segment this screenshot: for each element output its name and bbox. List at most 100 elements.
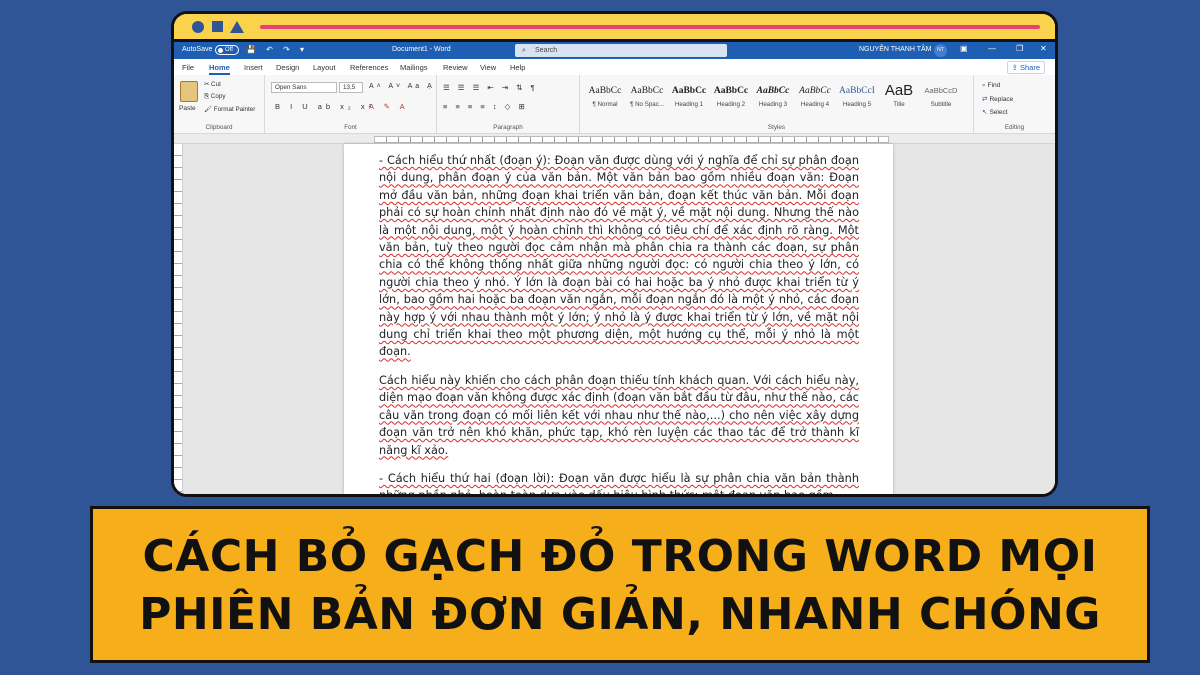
copy-icon: ⎘ bbox=[204, 93, 211, 100]
style-sample: AaBbCcI bbox=[839, 86, 875, 96]
font-name-select[interactable]: Open Sans bbox=[271, 82, 337, 93]
tab-home[interactable]: Home bbox=[209, 63, 230, 75]
ruler-strip bbox=[374, 136, 889, 143]
address-bar bbox=[260, 25, 1040, 29]
vertical-ruler bbox=[174, 144, 183, 494]
document-area: - Cách hiểu thứ nhất (đoạn ý): Đoạn văn … bbox=[174, 144, 1055, 494]
font-tools-row1[interactable]: A˄ A˅ Aa Ạ bbox=[369, 83, 435, 90]
font-color-tools[interactable]: A ✎ A bbox=[369, 102, 409, 111]
menu-bar: File Home Insert Design Layout Reference… bbox=[174, 59, 1055, 75]
find-label: Find bbox=[987, 82, 1001, 89]
replace-label: Replace bbox=[989, 96, 1014, 103]
style-no-spacing[interactable]: AaBbCc ¶ No Spac... bbox=[626, 83, 668, 108]
minimize-button[interactable]: — bbox=[988, 44, 996, 53]
banner-line-2: PHIÊN BẢN ĐƠN GIẢN, NHANH CHÓNG bbox=[139, 589, 1101, 640]
clipboard-group: Paste ✂ Cut ⎘ Copy 🖌 Format Painter Clip… bbox=[174, 75, 265, 134]
paragraph-tools-row2[interactable]: ≡ ≡ ≡ ≡ ↕ ◇ ⊞ bbox=[443, 102, 528, 111]
paragraph-text: - Cách hiểu thứ nhất (đoạn ý): Đoạn văn … bbox=[379, 154, 859, 359]
document-title: Document1 - Word bbox=[392, 46, 451, 53]
restore-button[interactable]: ❐ bbox=[1016, 44, 1023, 53]
banner-line-1: CÁCH BỎ GẠCH ĐỎ TRONG WORD MỌI bbox=[142, 531, 1098, 582]
triangle-icon bbox=[230, 21, 244, 33]
horizontal-ruler bbox=[174, 134, 1055, 144]
replace-button[interactable]: ⇄ Replace bbox=[982, 95, 1013, 103]
paste-button[interactable]: Paste bbox=[179, 105, 196, 112]
select-button[interactable]: ↖ Select bbox=[982, 108, 1008, 116]
style-heading-3[interactable]: AaBbCc Heading 3 bbox=[752, 83, 794, 108]
styles-group: AaBbCc ¶ Normal AaBbCc ¶ No Spac... AaBb… bbox=[580, 75, 974, 134]
tab-mailings[interactable]: Mailings bbox=[400, 63, 428, 72]
tab-file[interactable]: File bbox=[182, 63, 194, 72]
search-box[interactable]: ⌕ Search bbox=[515, 44, 727, 57]
paragraph[interactable]: - Cách hiểu thứ nhất (đoạn ý): Đoạn văn … bbox=[379, 152, 859, 361]
style-label: Heading 3 bbox=[758, 101, 788, 108]
ribbon: Paste ✂ Cut ⎘ Copy 🖌 Format Painter Clip… bbox=[174, 75, 1055, 134]
frame-header bbox=[174, 14, 1055, 42]
styles-group-label: Styles bbox=[767, 124, 786, 131]
autosave-toggle[interactable]: Off bbox=[215, 45, 239, 55]
word-titlebar: AutoSave Off 💾 ↶ ↷ ▾ Document1 - Word ⌕ … bbox=[174, 42, 1055, 59]
tab-references[interactable]: References bbox=[350, 63, 388, 72]
editing-group: ⌕ Find ⇄ Replace ↖ Select Editing bbox=[974, 75, 1055, 134]
style-label: Title bbox=[893, 101, 905, 108]
paragraph-tools-row1[interactable]: ☰ ☰ ☰ ⇤ ⇥ ⇅ ¶ bbox=[443, 83, 538, 92]
font-size-select[interactable]: 13,5 bbox=[339, 82, 363, 93]
style-heading-5[interactable]: AaBbCcI Heading 5 bbox=[836, 83, 878, 108]
close-button[interactable]: ✕ bbox=[1040, 44, 1047, 53]
style-sample: AaBbCc bbox=[588, 86, 622, 96]
style-sample: AaBbCc bbox=[799, 86, 831, 96]
tab-view[interactable]: View bbox=[480, 63, 496, 72]
editing-group-label: Editing bbox=[1004, 124, 1025, 131]
style-sample: AaBbCc bbox=[713, 86, 749, 96]
style-heading-1[interactable]: AaBbCc Heading 1 bbox=[668, 83, 710, 108]
style-label: ¶ No Spac... bbox=[630, 101, 664, 108]
tab-help[interactable]: Help bbox=[510, 63, 525, 72]
select-label: Select bbox=[989, 109, 1008, 116]
style-title[interactable]: AaB Title bbox=[878, 83, 920, 108]
find-button[interactable]: ⌕ Find bbox=[982, 82, 1000, 90]
avatar[interactable]: NT bbox=[934, 44, 947, 57]
tab-layout[interactable]: Layout bbox=[313, 63, 336, 72]
paste-icon[interactable] bbox=[180, 81, 198, 102]
style-normal[interactable]: AaBbCc ¶ Normal bbox=[584, 83, 626, 108]
copy-button[interactable]: ⎘ Copy bbox=[204, 93, 226, 101]
copy-label: Copy bbox=[210, 93, 226, 100]
font-group: Open Sans 13,5 A˄ A˅ Aa Ạ B I U ab x₂ x²… bbox=[265, 75, 437, 134]
style-sample: AaB bbox=[884, 83, 914, 99]
format-painter-button[interactable]: 🖌 Format Painter bbox=[204, 105, 255, 113]
user-name[interactable]: NGUYỄN THANH TÂM bbox=[859, 46, 931, 53]
browser-frame: AutoSave Off 💾 ↶ ↷ ▾ Document1 - Word ⌕ … bbox=[171, 11, 1058, 497]
style-sample: AaBbCc bbox=[756, 86, 790, 96]
paragraph-text: - Cách hiểu thứ hai (đoạn lời): Đoạn văn… bbox=[379, 471, 859, 497]
paragraph-group: ☰ ☰ ☰ ⇤ ⇥ ⇅ ¶ ≡ ≡ ≡ ≡ ↕ ◇ ⊞ Paragraph bbox=[437, 75, 580, 134]
style-label: Heading 1 bbox=[674, 101, 704, 108]
paragraph[interactable]: Cách hiểu này khiến cho cách phân đoạn t… bbox=[379, 372, 859, 459]
style-label: ¶ Normal bbox=[592, 101, 618, 108]
search-icon: ⌕ bbox=[982, 82, 986, 89]
quick-access-toolbar[interactable]: 💾 ↶ ↷ ▾ bbox=[246, 45, 308, 54]
search-icon: ⌕ bbox=[522, 47, 526, 54]
cut-label: Cut bbox=[211, 81, 221, 88]
style-sample: AaBbCcD bbox=[924, 86, 958, 95]
share-button[interactable]: ⇪ Share bbox=[1006, 61, 1045, 74]
paragraph[interactable]: - Cách hiểu thứ hai (đoạn lời): Đoạn văn… bbox=[379, 470, 859, 497]
ribbon-display-button[interactable]: ▣ bbox=[960, 44, 968, 53]
cut-button[interactable]: ✂ Cut bbox=[204, 81, 221, 88]
tab-design[interactable]: Design bbox=[276, 63, 299, 72]
style-sample: AaBbCc bbox=[630, 86, 664, 96]
tab-insert[interactable]: Insert bbox=[244, 63, 263, 72]
tab-review[interactable]: Review bbox=[443, 63, 468, 72]
style-heading-4[interactable]: AaBbCc Heading 4 bbox=[794, 83, 836, 108]
style-heading-2[interactable]: AaBbCc Heading 2 bbox=[710, 83, 752, 108]
paragraph-group-label: Paragraph bbox=[493, 124, 523, 131]
cursor-icon: ↖ bbox=[982, 109, 988, 116]
style-subtitle[interactable]: AaBbCcD Subtitle bbox=[920, 83, 962, 108]
font-format-tools[interactable]: B I U ab x₂ x² bbox=[275, 102, 375, 111]
autosave-label: AutoSave bbox=[182, 46, 213, 53]
document-page[interactable]: - Cách hiểu thứ nhất (đoạn ý): Đoạn văn … bbox=[344, 144, 893, 497]
replace-icon: ⇄ bbox=[982, 96, 988, 103]
style-label: Heading 4 bbox=[800, 101, 830, 108]
paragraph-text: Cách hiểu này khiến cho cách phân đoạn t… bbox=[379, 373, 859, 457]
title-banner: CÁCH BỎ GẠCH ĐỎ TRONG WORD MỌI PHIÊN BẢN… bbox=[90, 506, 1150, 663]
style-label: Subtitle bbox=[930, 101, 952, 108]
